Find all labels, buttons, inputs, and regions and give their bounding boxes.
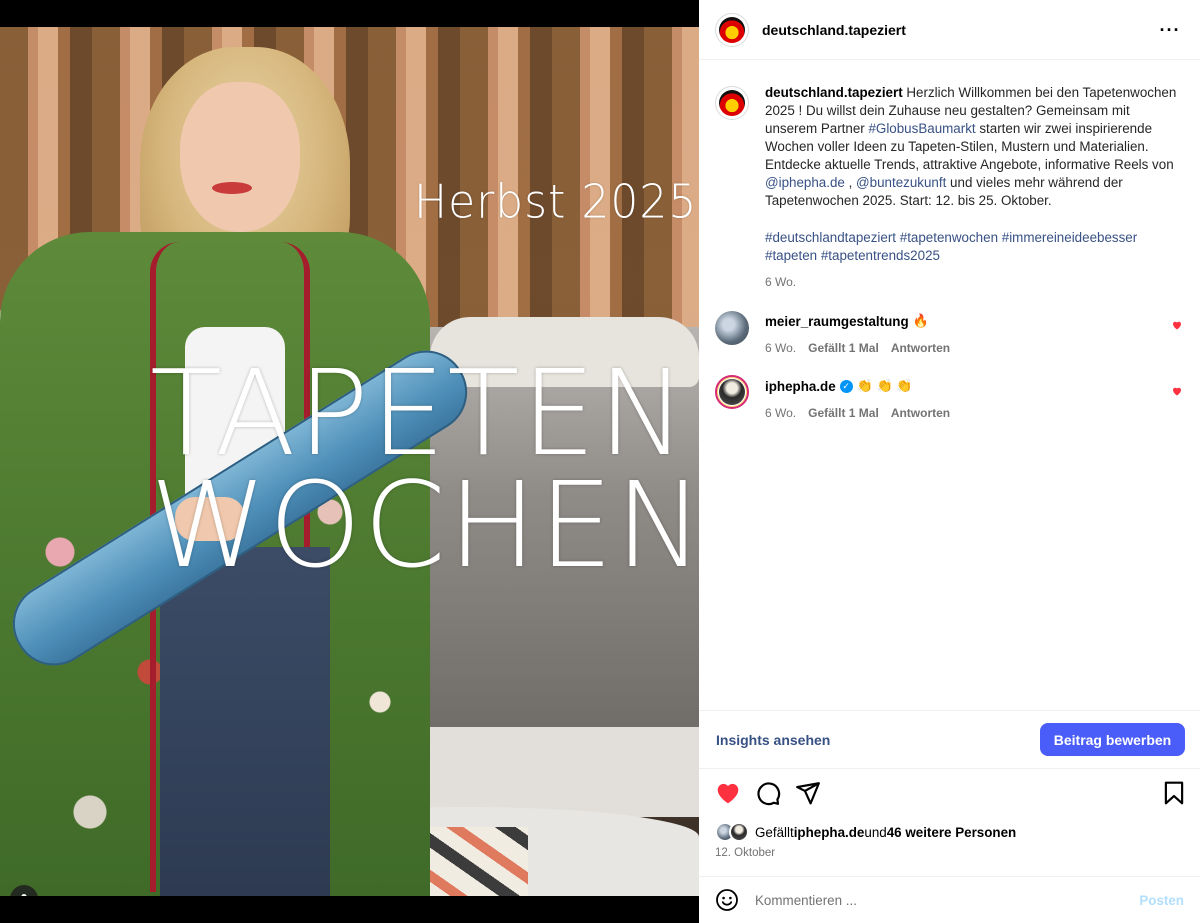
hashtags-line-1[interactable]: #deutschlandtapeziert #tapetenwochen #im… <box>765 229 1185 247</box>
more-options-icon[interactable]: ··· <box>1158 18 1182 42</box>
post-actions <box>715 780 1185 810</box>
overlay-title-line1: TAPETEN <box>150 344 689 482</box>
verified-badge-icon: ✓ <box>839 379 853 393</box>
likes-summary[interactable]: Gefällt iphepha.de und 46 weitere Person… <box>715 822 1016 842</box>
comment-item: iphepha.de ✓ 👏 👏 👏 6 Wo. Gefällt 1 Mal A… <box>715 375 1185 420</box>
comment-icon[interactable] <box>755 780 781 806</box>
reply-button[interactable]: Antworten <box>891 341 950 355</box>
likes-count[interactable]: 46 weitere Personen <box>887 825 1017 840</box>
divider <box>699 768 1200 769</box>
comment-like-heart-icon[interactable] <box>1171 319 1183 331</box>
liker-avatar <box>729 822 749 842</box>
hashtag-globusbaumarkt[interactable]: #GlobusBaumarkt <box>868 121 975 136</box>
caption-hashtags: #deutschlandtapeziert #tapetenwochen #im… <box>765 229 1185 265</box>
insights-link[interactable]: Insights ansehen <box>716 732 830 748</box>
mention-buntezukunft[interactable]: @buntezukunft <box>856 175 946 190</box>
post-side-panel: deutschland.tapeziert ··· deutschland.ta… <box>699 0 1200 923</box>
overlay-title-line2: WOCHEN <box>150 456 699 594</box>
divider <box>699 710 1200 711</box>
brand-logo-icon <box>719 90 745 116</box>
comment-likes[interactable]: Gefällt 1 Mal <box>808 406 879 420</box>
like-heart-icon[interactable] <box>715 780 741 806</box>
post-date[interactable]: 12. Oktober <box>715 847 775 859</box>
comment-text: 🔥 <box>912 313 929 328</box>
comment-time[interactable]: 6 Wo. <box>765 341 796 355</box>
share-icon[interactable] <box>795 780 821 806</box>
hashtags-line-2[interactable]: #tapeten #tapetentrends2025 <box>765 247 1185 265</box>
instagram-post-modal: Herbst 2025 TAPETEN WOCHEN deutschland.t… <box>0 0 1200 923</box>
brand-logo-icon <box>719 16 745 43</box>
save-bookmark-icon[interactable] <box>1161 780 1187 806</box>
liker-username[interactable]: iphepha.de <box>794 825 865 840</box>
commenter-username[interactable]: meier_raumgestaltung <box>765 314 909 329</box>
author-avatar[interactable] <box>715 12 749 47</box>
caption-body-3: , <box>844 175 857 190</box>
avatar-image <box>719 379 745 405</box>
promote-button[interactable]: Beitrag bewerben <box>1040 723 1185 756</box>
comment-meta: 6 Wo. Gefällt 1 Mal Antworten <box>765 341 950 355</box>
comment-like-heart-icon[interactable] <box>1171 385 1183 397</box>
post-header: deutschland.tapeziert ··· <box>699 0 1200 60</box>
emoji-icon[interactable] <box>715 888 739 912</box>
caption-timestamp[interactable]: 6 Wo. <box>765 273 1185 291</box>
caption-text: deutschland.tapeziert Herzlich Willkomme… <box>765 84 1185 291</box>
caption-username[interactable]: deutschland.tapeziert <box>765 85 903 100</box>
post-comment-button[interactable]: Posten <box>1139 893 1184 908</box>
commenter-avatar[interactable] <box>715 375 749 409</box>
commenter-username[interactable]: iphepha.de <box>765 379 836 394</box>
comment-box: Posten <box>699 876 1200 923</box>
person-icon <box>21 894 27 896</box>
overlay-subtitle: Herbst 2025 <box>414 175 698 230</box>
post-image[interactable]: Herbst 2025 TAPETEN WOCHEN <box>0 27 699 896</box>
likes-prefix: Gefällt <box>755 824 794 840</box>
overlay-title: TAPETEN WOCHEN <box>150 344 699 594</box>
comment-text: 👏 👏 👏 <box>856 378 913 393</box>
comment-header: meier_raumgestaltung 🔥 <box>765 313 950 329</box>
comment-time[interactable]: 6 Wo. <box>765 406 796 420</box>
caption-author-avatar[interactable] <box>715 86 749 120</box>
comment-header: iphepha.de ✓ 👏 👏 👏 <box>765 378 950 394</box>
reply-button[interactable]: Antworten <box>891 406 950 420</box>
post-caption: deutschland.tapeziert Herzlich Willkomme… <box>715 84 1185 291</box>
comment-likes[interactable]: Gefällt 1 Mal <box>808 341 879 355</box>
person-lips <box>212 182 252 194</box>
commenter-avatar[interactable] <box>715 311 749 345</box>
comment-item: meier_raumgestaltung 🔥 6 Wo. Gefällt 1 M… <box>715 311 1185 355</box>
comment-input[interactable] <box>755 892 1125 908</box>
likes-middle: und <box>864 824 887 840</box>
person-jeans <box>160 547 330 896</box>
author-username[interactable]: deutschland.tapeziert <box>762 22 906 38</box>
mention-iphepha[interactable]: @iphepha.de <box>765 175 845 190</box>
person-face <box>180 82 300 232</box>
comment-meta: 6 Wo. Gefällt 1 Mal Antworten <box>765 406 950 420</box>
